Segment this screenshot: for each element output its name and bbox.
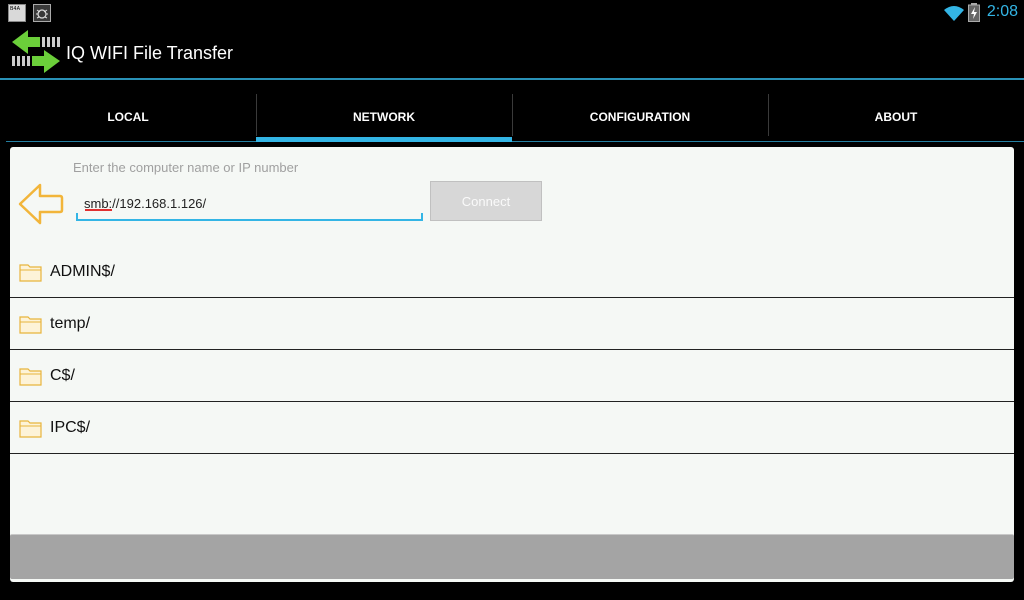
input-edge-left <box>76 213 78 221</box>
tab-indicator <box>256 137 512 142</box>
action-bar: IQ WIFI File Transfer <box>0 25 1024 79</box>
bottom-button-bar[interactable] <box>10 534 1014 579</box>
tab-underline <box>768 141 1024 142</box>
tab-label: CONFIGURATION <box>589 110 691 124</box>
folder-icon <box>19 316 42 334</box>
folder-icon <box>19 420 42 438</box>
tab-bar: LOCAL NETWORK CONFIGURATION ABOUT <box>0 92 1024 142</box>
tab-underline <box>512 141 768 142</box>
spellcheck-underline <box>85 209 112 211</box>
list-item[interactable]: IPC$/ <box>10 402 1014 454</box>
folder-name: ADMIN$/ <box>50 263 115 280</box>
connect-button[interactable]: Connect <box>430 181 542 221</box>
list-item[interactable]: temp/ <box>10 298 1014 350</box>
status-bar: B4A 2:08 <box>0 0 1024 25</box>
clock: 2:08 <box>986 3 1018 20</box>
tab-about[interactable]: ABOUT <box>768 92 1024 142</box>
battery-charging-icon <box>968 3 980 22</box>
folder-name: IPC$/ <box>50 419 91 436</box>
bug-icon <box>33 4 51 22</box>
folder-list: ADMIN$/ temp/ C$/ IPC$/ <box>10 246 1014 454</box>
folder-name: C$/ <box>50 367 75 384</box>
tab-label: NETWORK <box>353 110 415 124</box>
network-panel: Enter the computer name or IP number Con… <box>10 147 1014 582</box>
address-hint: Enter the computer name or IP number <box>73 160 299 175</box>
folder-icon <box>19 264 42 282</box>
folder-name: temp/ <box>50 315 91 332</box>
back-arrow-icon[interactable] <box>16 182 64 226</box>
action-bar-divider <box>0 78 1024 80</box>
tab-configuration[interactable]: CONFIGURATION <box>512 92 768 142</box>
list-item[interactable]: C$/ <box>10 350 1014 402</box>
wifi-icon <box>944 6 964 21</box>
list-item[interactable]: ADMIN$/ <box>10 246 1014 298</box>
input-edge-right <box>421 213 423 221</box>
tab-bar-edge <box>0 140 6 142</box>
tab-underline <box>0 141 256 142</box>
folder-icon <box>19 368 42 386</box>
tab-network[interactable]: NETWORK <box>256 92 512 142</box>
transfer-arrows-icon <box>12 30 60 73</box>
basic4android-icon: B4A <box>8 4 26 22</box>
tab-label: ABOUT <box>874 110 918 124</box>
tab-label: LOCAL <box>107 110 149 124</box>
address-input[interactable] <box>76 187 423 221</box>
tab-local[interactable]: LOCAL <box>0 92 256 142</box>
app-title: IQ WIFI File Transfer <box>66 43 234 63</box>
